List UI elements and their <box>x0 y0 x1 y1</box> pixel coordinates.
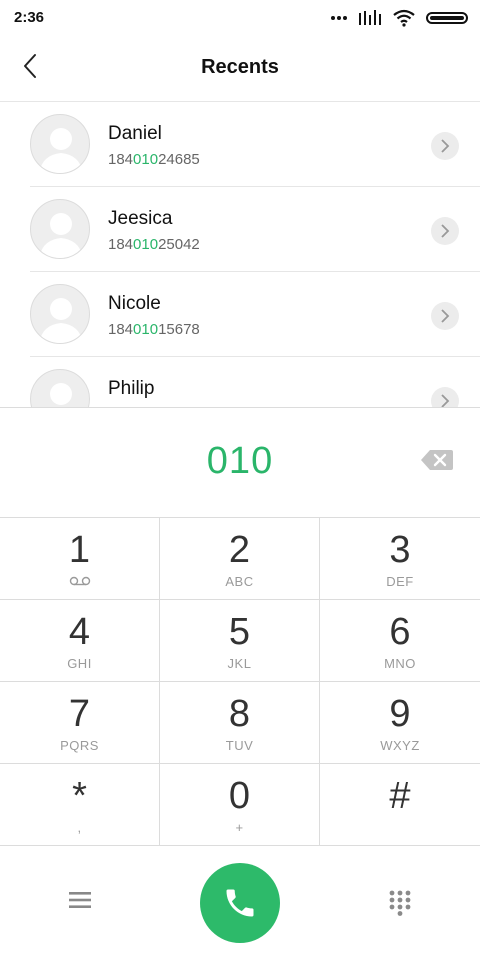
recents-list: Daniel 18401024685 Jeesica 18401025042 N… <box>0 102 480 407</box>
signal-icon <box>358 9 382 27</box>
key-digit: 1 <box>68 529 91 571</box>
dialpad-grid-icon <box>389 890 411 916</box>
key-letters: ABC <box>225 574 254 589</box>
key-digit: 7 <box>68 693 91 735</box>
key-2[interactable]: 2 ABC <box>160 518 320 600</box>
key-digit: * <box>72 775 87 817</box>
contact-name: Philip <box>108 378 155 399</box>
avatar <box>30 284 90 344</box>
entered-number: 010 <box>206 440 274 482</box>
key-hash[interactable]: # <box>320 764 480 846</box>
key-letters: PQRS <box>60 738 99 753</box>
avatar <box>30 114 90 174</box>
key-digit: 5 <box>228 611 251 653</box>
contact-number: 18401015678 <box>108 321 200 338</box>
person-silhouette-icon <box>50 383 72 405</box>
dialpad-toggle-button[interactable] <box>382 885 418 921</box>
key-digit: 9 <box>389 693 411 735</box>
status-bar: 2:36 <box>0 0 480 36</box>
person-silhouette-icon <box>39 213 83 258</box>
key-letters: + <box>235 820 244 835</box>
key-letters: , <box>77 820 82 835</box>
key-letters: MNO <box>384 656 416 671</box>
key-digit: # <box>389 775 411 817</box>
status-icons <box>330 7 470 29</box>
key-digit: 3 <box>389 529 411 571</box>
chevron-right-icon <box>441 139 450 153</box>
key-letters: GHI <box>67 656 92 671</box>
contact-row-jeesica[interactable]: Jeesica 18401025042 <box>0 187 480 272</box>
key-digit: 4 <box>68 611 91 653</box>
key-star[interactable]: * , <box>0 764 160 846</box>
contact-details-button[interactable] <box>431 302 459 330</box>
contact-number: 18401025042 <box>108 236 200 253</box>
contact-row-nicole[interactable]: Nicole 18401015678 <box>0 272 480 357</box>
wifi-icon <box>392 9 416 27</box>
more-dots-icon <box>330 15 348 21</box>
contact-number: 18401024685 <box>108 151 200 168</box>
key-9[interactable]: 9 WXYZ <box>320 682 480 764</box>
key-4[interactable]: 4 GHI <box>0 600 160 682</box>
hamburger-menu-icon <box>69 892 91 908</box>
dial-display: 010 <box>0 407 480 517</box>
status-time: 2:36 <box>14 9 45 26</box>
dialpad: 1 2 ABC 3 DEF 4 GHI 5 JKL 6 MNO 7 PQRS 8… <box>0 517 480 846</box>
person-silhouette-icon <box>39 128 83 173</box>
contact-name: Jeesica <box>108 208 173 229</box>
key-5[interactable]: 5 JKL <box>160 600 320 682</box>
contact-details-button[interactable] <box>431 132 459 160</box>
person-silhouette-icon <box>39 298 83 343</box>
chevron-right-icon <box>441 394 450 407</box>
key-1[interactable]: 1 <box>0 518 160 600</box>
menu-button[interactable] <box>60 885 100 915</box>
key-letters: JKL <box>227 656 252 671</box>
contact-name: Daniel <box>108 123 162 144</box>
phone-icon <box>226 889 254 917</box>
key-7[interactable]: 7 PQRS <box>0 682 160 764</box>
avatar <box>30 199 90 259</box>
contact-details-button[interactable] <box>431 387 459 407</box>
chevron-right-icon <box>441 224 450 238</box>
key-8[interactable]: 8 TUV <box>160 682 320 764</box>
page-title: Recents <box>201 56 279 78</box>
key-letters: DEF <box>386 574 414 589</box>
header: Recents <box>0 36 480 102</box>
contact-name: Nicole <box>108 293 161 314</box>
chevron-right-icon <box>441 309 450 323</box>
key-digit: 0 <box>228 775 251 817</box>
battery-icon <box>426 11 470 25</box>
contact-row-daniel[interactable]: Daniel 18401024685 <box>0 102 480 187</box>
key-letters: TUV <box>225 738 254 753</box>
key-digit: 8 <box>228 693 251 735</box>
avatar <box>30 369 90 407</box>
key-3[interactable]: 3 DEF <box>320 518 480 600</box>
voicemail-icon <box>0 576 159 586</box>
key-0[interactable]: 0 + <box>160 764 320 846</box>
backspace-icon <box>421 450 453 470</box>
call-button[interactable] <box>200 863 280 943</box>
contact-details-button[interactable] <box>431 217 459 245</box>
contact-row-philip[interactable]: Philip <box>0 357 480 407</box>
backspace-button[interactable] <box>420 448 454 472</box>
key-digit: 2 <box>228 529 251 571</box>
key-digit: 6 <box>389 611 411 653</box>
bottom-bar <box>0 845 480 960</box>
key-letters: WXYZ <box>380 738 420 753</box>
key-6[interactable]: 6 MNO <box>320 600 480 682</box>
